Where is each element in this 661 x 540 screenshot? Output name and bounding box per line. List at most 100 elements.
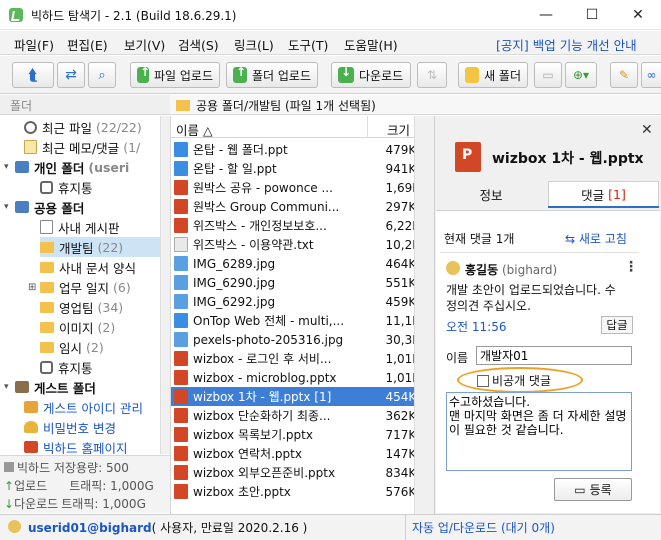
- storage-icon: [4, 462, 14, 472]
- tab-comments[interactable]: 댓글 [1]: [548, 181, 659, 207]
- new-doc-button[interactable]: ⊕▾: [565, 62, 597, 88]
- file-row[interactable]: wizbox 초안.pptx 576KE: [171, 482, 414, 501]
- tree-item-recent-comments[interactable]: 최근 메모/댓글 (1/: [24, 137, 140, 157]
- tree-label: 최근 메모/댓글: [42, 140, 120, 156]
- name-label: 이름: [446, 351, 469, 365]
- menu-search[interactable]: 검색(S): [178, 35, 219, 54]
- minimize-button[interactable]: —: [523, 0, 569, 30]
- submit-comment-button[interactable]: ▭ 등록: [554, 478, 632, 501]
- folder-icon: [40, 321, 54, 333]
- file-row[interactable]: IMG_6292.jpg 459KE: [171, 292, 414, 311]
- comment-textarea[interactable]: 수고하셨습니다. 맨 마지막 화면은 좀 더 자세한 설명이 필요한 것 같습니…: [446, 392, 632, 471]
- file-row[interactable]: wizbox 외부오픈준비.pptx 834KE: [171, 463, 414, 482]
- file-row[interactable]: 온탑 - 할 일.ppt 941KE: [171, 159, 414, 178]
- tree-label: 사내 문서 양식: [59, 260, 136, 276]
- file-upload-button[interactable]: 파일 업로드: [130, 62, 220, 88]
- tree-item-personal-folder[interactable]: ▾ 개인 폴더 (useri: [4, 157, 129, 177]
- avatar: [446, 261, 460, 275]
- folder-upload-button[interactable]: 폴더 업로드: [226, 62, 318, 88]
- name-field[interactable]: [476, 346, 632, 365]
- file-row[interactable]: OnTop Web 전체 - multi,... 11,1ME: [171, 311, 414, 330]
- tree-scrollbar[interactable]: [160, 116, 170, 454]
- close-window-button[interactable]: ✕: [615, 0, 661, 30]
- tree-item-board[interactable]: 사내 게시판: [40, 217, 119, 237]
- tree-item-doc-templates[interactable]: 사내 문서 양식: [40, 257, 136, 277]
- file-row[interactable]: 원박스 Group Communi... 297KE: [171, 197, 414, 216]
- tree-item-shared-folder[interactable]: ▾ 공용 폴더: [4, 197, 84, 217]
- file-size: 479KE: [385, 142, 414, 157]
- file-name: wizbox 외부오픈준비.pptx: [193, 466, 336, 480]
- more-options-icon[interactable]: ⋮: [624, 259, 638, 275]
- file-size: 576KE: [385, 484, 414, 499]
- maximize-button[interactable]: ☐: [569, 0, 615, 30]
- monitor-button[interactable]: ▭: [534, 62, 562, 88]
- traffic-stats: 빅하드 저장용량: 500 ↑업로드 트래픽: 1,000G ↓다운로드 트래픽: …: [0, 455, 170, 513]
- ppt-file-icon: [174, 370, 188, 385]
- size-column-header[interactable]: 크기: [387, 120, 410, 139]
- comment-divider: [440, 252, 638, 253]
- up-folder-button[interactable]: ⮬: [12, 62, 54, 88]
- tree-item-dev-team[interactable]: 개발팀 (22): [40, 237, 160, 257]
- menu-file[interactable]: 파일(F): [14, 35, 54, 54]
- private-comment-checkbox[interactable]: 비공개 댓글: [477, 372, 551, 389]
- tree-item-work-log[interactable]: ⊞ 업무 일지 (6): [28, 277, 131, 297]
- file-size: 6,22KE: [385, 218, 414, 233]
- app-logo-icon: [9, 8, 23, 22]
- new-folder-button[interactable]: 새 폴더: [458, 62, 528, 88]
- tree-item-images[interactable]: 이미지 (2): [40, 317, 115, 337]
- tree-item-change-password[interactable]: 비밀번호 변경: [24, 417, 116, 437]
- file-size: 297KE: [385, 199, 414, 214]
- file-row[interactable]: wizbox - microblog.pptx 1,01ME: [171, 368, 414, 387]
- file-size: 147KE: [385, 446, 414, 461]
- transfer-status[interactable]: 자동 업/다운로드 (대기 0개): [405, 514, 661, 540]
- link-button[interactable]: ∞: [641, 62, 661, 88]
- file-row[interactable]: 위즈박스 - 개인정보보호... 6,22KE: [171, 216, 414, 235]
- file-row[interactable]: wizbox - 로그인 후 서비... 1,01ME: [171, 349, 414, 368]
- search-button[interactable]: ⌕: [88, 62, 116, 88]
- file-row[interactable]: wizbox 단순화하기 최종... 362KE: [171, 406, 414, 425]
- edit-button[interactable]: ✎: [610, 62, 638, 88]
- tree-item-guest-folder[interactable]: ▾ 게스트 폴더: [4, 377, 96, 397]
- tree-item-trash-personal[interactable]: 휴지통: [40, 177, 93, 197]
- name-column-header[interactable]: 이름 △: [176, 120, 213, 139]
- tree-item-sales-team[interactable]: 영업팀 (34): [40, 297, 123, 317]
- tab-info[interactable]: 정보: [436, 181, 546, 207]
- file-list-scrollbar[interactable]: [414, 116, 434, 514]
- file-row[interactable]: wizbox 연락처.pptx 147KE: [171, 444, 414, 463]
- file-name: pexels-photo-205316.jpg: [193, 332, 344, 347]
- refresh-button[interactable]: ⇄: [57, 62, 85, 88]
- file-row[interactable]: pexels-photo-205316.jpg 30,3KE: [171, 330, 414, 349]
- file-name: 원박스 공유 - powonce ...: [193, 181, 333, 195]
- tree-item-trash-shared[interactable]: 휴지통: [40, 357, 93, 377]
- computer-icon: [15, 201, 29, 213]
- file-row[interactable]: IMG_6289.jpg 464KE: [171, 254, 414, 273]
- file-row[interactable]: 위즈박스 - 이용약관.txt 10,2KE: [171, 235, 414, 254]
- file-row[interactable]: IMG_6290.jpg 551KE: [171, 273, 414, 292]
- new-doc-icon: ⊕▾: [572, 68, 590, 82]
- tree-item-temp[interactable]: 임시 (2): [40, 337, 104, 357]
- menu-edit[interactable]: 편집(E): [67, 35, 108, 54]
- tree-item-recent-files[interactable]: 최근 파일 (22/22): [24, 117, 142, 137]
- panel-close-button[interactable]: ✕: [641, 122, 653, 138]
- download-button[interactable]: 다운로드: [331, 62, 411, 88]
- tree-item-guest-id-manage[interactable]: 게스트 아이디 관리: [24, 397, 143, 417]
- collapse-icon: ▾: [4, 162, 9, 172]
- file-row[interactable]: 원박스 공유 - powonce ... 1,69ME: [171, 178, 414, 197]
- transfer-disabled-button[interactable]: ⇅: [417, 62, 447, 88]
- folder-icon: [176, 100, 190, 111]
- file-name: 원박스 Group Communi...: [193, 200, 340, 214]
- file-row[interactable]: wizbox 목록보기.pptx 717KE: [171, 425, 414, 444]
- notice-link[interactable]: [공지] 백업 기능 개선 안내: [496, 35, 637, 54]
- ppt-file-icon: [174, 427, 188, 442]
- menu-help[interactable]: 도움말(H): [344, 35, 398, 54]
- menu-tools[interactable]: 도구(T): [288, 35, 328, 54]
- refresh-comments-button[interactable]: ⇆ 새로 고침: [565, 230, 627, 247]
- file-row[interactable]: wizbox 1차 - 웹.pptx [1] 454KE: [171, 387, 414, 406]
- file-row[interactable]: 온탑 - 웹 폴더.ppt 479KE: [171, 140, 414, 159]
- tree-label: 휴지통: [58, 360, 93, 376]
- menu-view[interactable]: 보기(V): [124, 35, 165, 54]
- tree-item-homepage[interactable]: 빅하드 홈페이지: [24, 437, 127, 454]
- menu-link[interactable]: 링크(L): [234, 35, 274, 54]
- ppt-file-icon: [174, 484, 188, 499]
- reply-button[interactable]: 답글: [601, 316, 633, 334]
